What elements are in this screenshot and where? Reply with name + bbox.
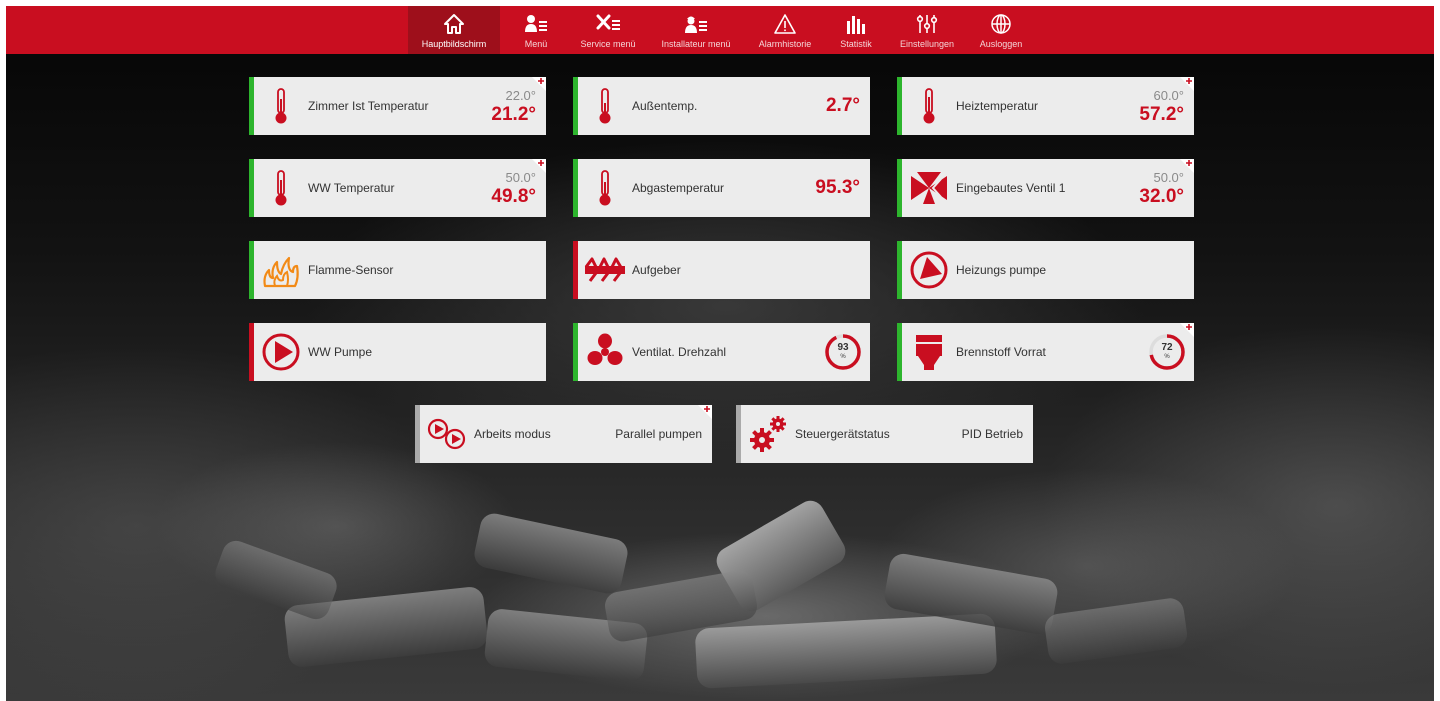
double-pump-icon — [426, 413, 468, 455]
current-value: 57.2° — [1139, 104, 1184, 125]
nav-label: Alarmhistorie — [758, 39, 812, 49]
globe-icon — [990, 10, 1012, 38]
flame-icon — [260, 249, 302, 291]
installer-icon — [684, 10, 708, 38]
nav-label: Einstellungen — [899, 39, 955, 49]
tile-label: WW Temperatur — [308, 181, 395, 195]
alarm-warning-icon — [773, 10, 797, 38]
nav-item-menu[interactable]: Menü — [514, 6, 558, 54]
tile-label: Ventilat. Drehzahl — [632, 345, 727, 359]
main-nav: Hauptbildschirm Menü Service menü Instal… — [6, 6, 1434, 54]
thermometer-icon — [584, 167, 626, 209]
nav-item-einstellungen[interactable]: Einstellungen — [895, 6, 959, 54]
pellet-decoration — [1043, 596, 1189, 666]
tile-label: Heizungs pumpe — [956, 263, 1047, 277]
home-icon — [443, 10, 465, 38]
tile-label: Aufgeber — [632, 263, 681, 277]
tile-heiztemperatur[interactable]: Heiztemperatur 60.0° 57.2° — [897, 77, 1194, 135]
nav-label: Menü — [524, 39, 548, 49]
service-tools-icon — [595, 10, 621, 38]
corner-plus-icon[interactable] — [1180, 159, 1194, 173]
user-menu-icon — [524, 10, 548, 38]
nav-item-alarmhistorie[interactable]: Alarmhistorie — [750, 6, 820, 54]
current-value: 32.0° — [1139, 186, 1184, 207]
tile-eingebautes-ventil[interactable]: Eingebautes Ventil 1 50.0° 32.0° — [897, 159, 1194, 217]
tile-steuergeraetstatus[interactable]: Steuergerätstatus PID Betrieb — [736, 405, 1033, 463]
tile-label: Außentemp. — [632, 99, 698, 113]
sliders-icon — [916, 10, 938, 38]
gauge-value: 93 — [837, 342, 849, 353]
thermometer-icon — [260, 167, 302, 209]
thermometer-icon — [260, 85, 302, 127]
valve-icon — [908, 167, 950, 209]
nav-item-statistik[interactable]: Statistik — [833, 6, 879, 54]
feeder-icon — [584, 249, 626, 291]
tile-label: Flamme-Sensor — [308, 263, 394, 277]
tile-zimmer-temperatur[interactable]: Zimmer Ist Temperatur 22.0° 21.2° — [249, 77, 546, 135]
nav-label: Ausloggen — [979, 39, 1023, 49]
current-value: 2.7° — [825, 95, 860, 116]
gauge-unit: % — [840, 354, 846, 360]
thermometer-icon — [584, 85, 626, 127]
nav-item-service-menu[interactable]: Service menü — [573, 6, 643, 54]
top-navigation-bar: Hauptbildschirm Menü Service menü Instal… — [6, 6, 1434, 54]
tile-heizungs-pumpe[interactable]: Heizungs pumpe — [897, 241, 1194, 299]
corner-plus-icon[interactable] — [1180, 323, 1194, 337]
nav-label: Service menü — [580, 39, 636, 49]
corner-plus-icon[interactable] — [532, 77, 546, 91]
tile-label: Zimmer Ist Temperatur — [308, 99, 429, 113]
nav-item-ausloggen[interactable]: Ausloggen — [973, 6, 1029, 54]
tile-label: Abgastemperatur — [632, 181, 725, 195]
thermometer-icon — [908, 85, 950, 127]
current-value: 21.2° — [491, 104, 536, 125]
tile-brennstoff-vorrat[interactable]: Brennstoff Vorrat 72 % — [897, 323, 1194, 381]
mode-value: Parallel pumpen — [615, 427, 702, 441]
tile-label: Brennstoff Vorrat — [956, 345, 1046, 359]
nav-label: Statistik — [840, 39, 872, 49]
current-value: 49.8° — [491, 186, 536, 207]
corner-plus-icon[interactable] — [698, 405, 712, 419]
status-value: PID Betrieb — [961, 427, 1023, 441]
tile-label: Eingebautes Ventil 1 — [956, 181, 1066, 195]
nav-item-hauptbildschirm[interactable]: Hauptbildschirm — [408, 6, 500, 54]
corner-plus-icon[interactable] — [532, 159, 546, 173]
tile-aufgeber[interactable]: Aufgeber — [573, 241, 870, 299]
nav-label: Installateur menü — [661, 39, 731, 49]
fan-speed-gauge: 93 % — [824, 333, 862, 371]
tile-aussentemperatur[interactable]: Außentemp. 2.7° — [573, 77, 870, 135]
fuel-hopper-icon — [908, 331, 950, 373]
statistics-bars-icon — [845, 10, 867, 38]
tile-abgastemperatur[interactable]: Abgastemperatur 95.3° — [573, 159, 870, 217]
tile-label: Steuergerätstatus — [795, 427, 890, 441]
fan-icon — [584, 331, 626, 373]
gears-icon — [747, 413, 789, 455]
nav-item-installateur-menu[interactable]: Installateur menü — [654, 6, 738, 54]
pump-icon — [908, 249, 950, 291]
gauge-value: 72 — [1161, 342, 1173, 353]
pellet-decoration — [694, 613, 998, 689]
screen-background: Hauptbildschirm Menü Service menü Instal… — [6, 6, 1434, 701]
nav-label: Hauptbildschirm — [421, 39, 487, 49]
tile-ventilator-drehzahl[interactable]: Ventilat. Drehzahl 93 % — [573, 323, 870, 381]
corner-plus-icon[interactable] — [1180, 77, 1194, 91]
pump-icon — [260, 331, 302, 373]
tile-arbeits-modus[interactable]: Arbeits modus Parallel pumpen — [415, 405, 712, 463]
current-value: 95.3° — [815, 177, 860, 198]
tile-label: WW Pumpe — [308, 345, 373, 359]
tile-ww-pumpe[interactable]: WW Pumpe — [249, 323, 546, 381]
tile-label: Arbeits modus — [474, 427, 551, 441]
tile-label: Heiztemperatur — [956, 99, 1039, 113]
fuel-level-gauge: 72 % — [1148, 333, 1186, 371]
tile-flamme-sensor[interactable]: Flamme-Sensor — [249, 241, 546, 299]
pellet-decoration — [471, 511, 631, 596]
pellet-decoration — [211, 536, 341, 624]
tile-ww-temperatur[interactable]: WW Temperatur 50.0° 49.8° — [249, 159, 546, 217]
gauge-unit: % — [1164, 354, 1170, 360]
